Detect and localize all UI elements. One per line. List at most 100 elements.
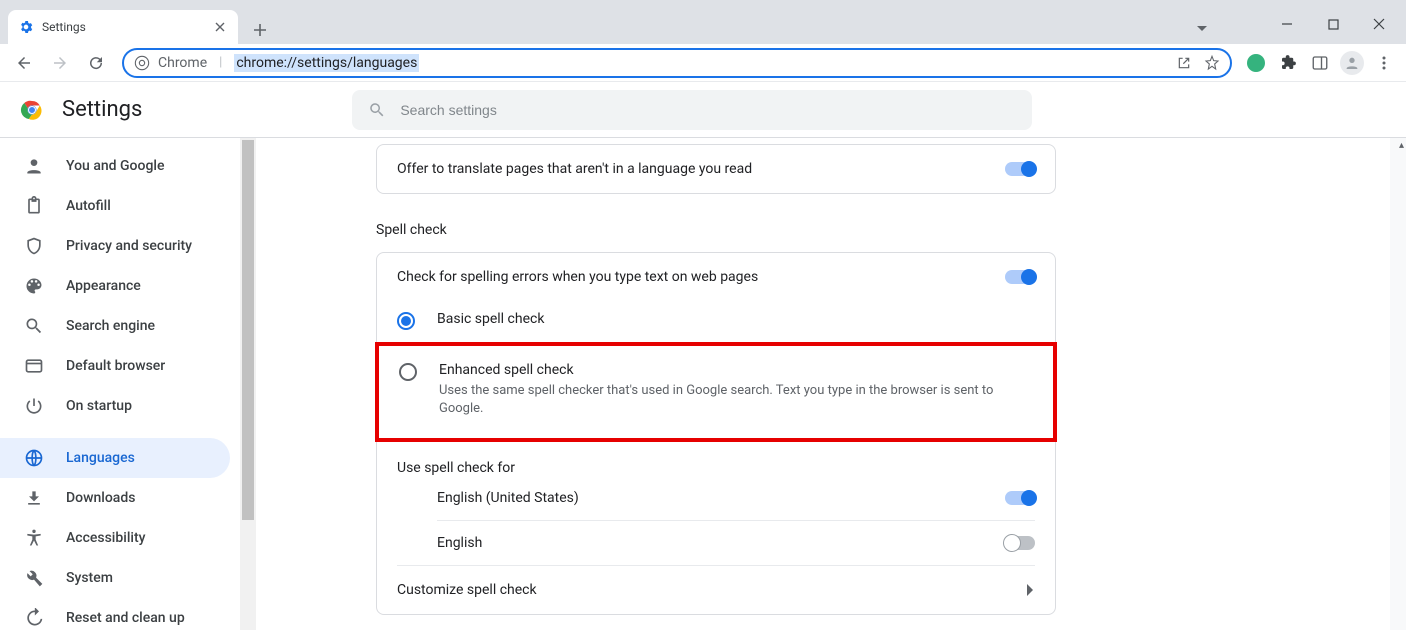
reload-button[interactable]: [80, 47, 112, 79]
basic-spell-label: Basic spell check: [437, 311, 544, 327]
palette-icon: [24, 276, 44, 296]
sidebar-label: Search engine: [66, 318, 155, 334]
spell-lang-en: English: [377, 521, 1055, 565]
person-icon: [24, 156, 44, 176]
spell-toggle-label: Check for spelling errors when you type …: [397, 269, 758, 285]
back-button[interactable]: [8, 47, 40, 79]
spell-lang-en-us: English (United States): [377, 476, 1055, 520]
tab-search-button[interactable]: [1188, 14, 1216, 42]
download-icon: [24, 488, 44, 508]
translate-toggle[interactable]: [1005, 162, 1035, 176]
sidebar-item-default-browser[interactable]: Default browser: [0, 346, 230, 386]
clipboard-icon: [24, 196, 44, 216]
page-title: Settings: [62, 97, 142, 122]
bookmark-icon[interactable]: [1204, 55, 1220, 71]
spell-check-card: Check for spelling errors when you type …: [376, 252, 1056, 615]
sidebar-label: Accessibility: [66, 530, 145, 546]
spell-check-heading: Spell check: [376, 222, 1056, 238]
sidebar-item-on-startup[interactable]: On startup: [0, 386, 230, 426]
restore-icon: [24, 608, 44, 628]
power-icon: [24, 396, 44, 416]
forward-button[interactable]: [44, 47, 76, 79]
address-bar[interactable]: Chrome | chrome://settings/languages: [122, 48, 1232, 78]
search-icon: [24, 316, 44, 336]
sidebar-item-languages[interactable]: Languages: [0, 438, 230, 478]
translate-label: Offer to translate pages that aren't in …: [397, 161, 752, 177]
enhanced-spell-label: Enhanced spell check: [439, 362, 1033, 378]
spell-check-toggle[interactable]: [1005, 270, 1035, 284]
settings-sidebar: You and Google Autofill Privacy and secu…: [0, 138, 238, 630]
tab-title: Settings: [42, 20, 204, 34]
sidebar-item-you-and-google[interactable]: You and Google: [0, 146, 230, 186]
profile-avatar[interactable]: [1338, 49, 1366, 77]
sidebar-label: Appearance: [66, 278, 141, 294]
sidebar-item-reset[interactable]: Reset and clean up: [0, 598, 230, 630]
tab-strip: Settings: [0, 8, 1406, 44]
sidebar-label: Privacy and security: [66, 238, 192, 254]
sidebar-label: System: [66, 570, 113, 586]
search-input[interactable]: [400, 102, 1016, 118]
omnibox-label: Chrome: [158, 55, 207, 71]
new-tab-button[interactable]: [246, 16, 274, 44]
customize-label: Customize spell check: [397, 582, 537, 598]
lang-en-toggle[interactable]: [1005, 536, 1035, 550]
sidepanel-icon[interactable]: [1306, 49, 1334, 77]
sidebar-item-search-engine[interactable]: Search engine: [0, 306, 230, 346]
sidebar-label: Autofill: [66, 198, 111, 214]
window-close-button[interactable]: [1356, 8, 1402, 40]
radio-unselected-icon[interactable]: [399, 363, 417, 381]
sidebar-label: On startup: [66, 398, 132, 414]
menu-icon[interactable]: [1370, 49, 1398, 77]
main-scrollbar[interactable]: ▴: [1390, 138, 1406, 630]
sidebar-item-system[interactable]: System: [0, 558, 230, 598]
radio-selected-icon[interactable]: [397, 312, 415, 330]
wrench-icon: [24, 568, 44, 588]
minimize-button[interactable]: [1264, 8, 1310, 40]
omnibox-url: chrome://settings/languages: [234, 54, 419, 72]
globe-icon: [24, 448, 44, 468]
chrome-logo-icon: [20, 98, 44, 122]
search-settings[interactable]: [352, 90, 1032, 130]
window-titlebar: [0, 0, 1406, 8]
omnibox-separator: |: [219, 55, 222, 70]
enhanced-spell-check-option[interactable]: Enhanced spell check Uses the same spell…: [379, 352, 1053, 428]
accessibility-icon: [24, 528, 44, 548]
sidebar-label: You and Google: [66, 158, 164, 174]
sidebar-item-downloads[interactable]: Downloads: [0, 478, 230, 518]
settings-main: Offer to translate pages that aren't in …: [256, 138, 1406, 630]
sidebar-scrollbar[interactable]: [240, 138, 256, 630]
lang-en-us-toggle[interactable]: [1005, 491, 1035, 505]
extensions-icon[interactable]: [1274, 49, 1302, 77]
browser-icon: [24, 356, 44, 376]
share-icon[interactable]: [1176, 55, 1192, 71]
gear-icon: [18, 19, 34, 35]
lang-label: English: [437, 535, 482, 551]
sidebar-item-autofill[interactable]: Autofill: [0, 186, 230, 226]
sidebar-label: Languages: [66, 450, 135, 466]
sidebar-label: Reset and clean up: [66, 610, 185, 626]
chevron-right-icon: [1027, 584, 1035, 596]
basic-spell-check-option[interactable]: Basic spell check: [377, 301, 1055, 340]
scrollbar-thumb[interactable]: [242, 140, 254, 520]
customize-spell-check-row[interactable]: Customize spell check: [377, 566, 1055, 614]
lang-label: English (United States): [437, 490, 579, 506]
chrome-icon: [134, 55, 150, 71]
maximize-button[interactable]: [1310, 8, 1356, 40]
annotation-highlight: Enhanced spell check Uses the same spell…: [375, 342, 1057, 442]
close-icon[interactable]: [212, 19, 228, 35]
search-icon: [368, 101, 386, 119]
extension-dot[interactable]: [1242, 49, 1270, 77]
shield-icon: [24, 236, 44, 256]
scroll-up-icon[interactable]: ▴: [1399, 140, 1404, 151]
sidebar-item-privacy[interactable]: Privacy and security: [0, 226, 230, 266]
enhanced-spell-desc: Uses the same spell checker that's used …: [439, 382, 1033, 418]
settings-header: Settings: [0, 82, 1406, 138]
sidebar-item-appearance[interactable]: Appearance: [0, 266, 230, 306]
browser-tab[interactable]: Settings: [8, 10, 238, 44]
browser-toolbar: Chrome | chrome://settings/languages: [0, 44, 1406, 82]
sidebar-label: Default browser: [66, 358, 165, 374]
translate-card: Offer to translate pages that aren't in …: [376, 144, 1056, 194]
sidebar-label: Downloads: [66, 490, 135, 506]
sidebar-item-accessibility[interactable]: Accessibility: [0, 518, 230, 558]
use-spell-check-for-label: Use spell check for: [377, 444, 1055, 476]
